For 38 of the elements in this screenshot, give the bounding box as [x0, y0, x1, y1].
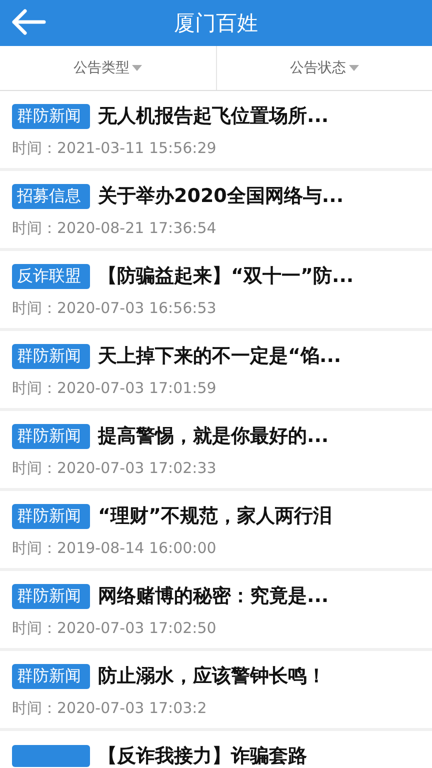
news-time: 时间：2020-07-03 17:02:33 [12, 459, 218, 478]
category-tag: 群防新闻 [12, 584, 90, 608]
news-time: 时间：2020-07-03 16:56:53 [12, 299, 218, 318]
news-title: 网络赌博的秘密：究竟是... [98, 584, 329, 609]
category-tag: 反诈联盟 [12, 264, 90, 288]
header-title: 厦门百姓 [174, 10, 258, 37]
news-time: 时间：2020-07-03 17:03:2 [12, 699, 208, 718]
news-time: 时间：2019-08-14 16:00:00 [12, 539, 218, 558]
category-tag: 群防新闻 [12, 344, 90, 368]
news-title: 【反诈我接力】诈骗套路 [98, 744, 307, 768]
news-time: 时间：2020-07-03 17:01:59 [12, 379, 218, 398]
news-title: “理财”不规范，家人两行泪 [98, 504, 332, 529]
category-tag: 群防新闻 [12, 424, 90, 448]
caret-icon [132, 65, 142, 71]
news-item[interactable]: 【反诈我接力】诈骗套路 [0, 731, 432, 768]
news-time: 时间：2020-07-03 17:02:50 [12, 619, 218, 638]
category-tag: 群防新闻 [12, 104, 90, 128]
category-tag: 招募信息 [12, 184, 90, 208]
news-item[interactable]: 群防新闻 天上掉下来的不一定是“馅... 时间：2020-07-03 17:01:59 [0, 331, 432, 411]
category-tag: 群防新闻 [12, 504, 90, 528]
news-time: 时间：2021-03-11 15:56:29 [12, 139, 218, 158]
news-item[interactable]: 反诈联盟 【防骗益起来】“双十一”防... 时间：2020-07-03 16:56:53 [0, 251, 432, 331]
news-title: 提高警惕，就是你最好的... [98, 424, 329, 449]
category-tag: 群防新闻 [12, 664, 90, 688]
news-item[interactable]: 群防新闻 防止溺水，应该警钟长鸣！ 时间：2020-07-03 17:03:2 [0, 651, 432, 731]
news-item[interactable]: 群防新闻 无人机报告起飞位置场所... 时间：2021-03-11 15:56:29 [0, 91, 432, 171]
news-time: 时间：2020-08-21 17:36:54 [12, 219, 218, 238]
news-item[interactable]: 招募信息 关于举办2020全国网络与... 时间：2020-08-21 17:36:54 [0, 171, 432, 251]
news-item[interactable]: 群防新闻 “理财”不规范，家人两行泪 时间：2019-08-14 16:00:00 [0, 491, 432, 571]
news-title: 关于举办2020全国网络与... [98, 184, 344, 209]
back-icon[interactable] [10, 8, 46, 36]
news-title: 无人机报告起飞位置场所... [98, 104, 329, 129]
news-item[interactable]: 群防新闻 提高警惕，就是你最好的... 时间：2020-07-03 17:02:33 [0, 411, 432, 491]
news-title: 【防骗益起来】“双十一”防... [98, 264, 354, 289]
news-title: 防止溺水，应该警钟长鸣！ [98, 664, 326, 689]
caret-icon [348, 65, 359, 71]
news-title: 天上掉下来的不一定是“馅... [98, 344, 342, 369]
news-item[interactable]: 群防新闻 网络赌博的秘密：究竟是... 时间：2020-07-03 17:02:50 [0, 571, 432, 651]
